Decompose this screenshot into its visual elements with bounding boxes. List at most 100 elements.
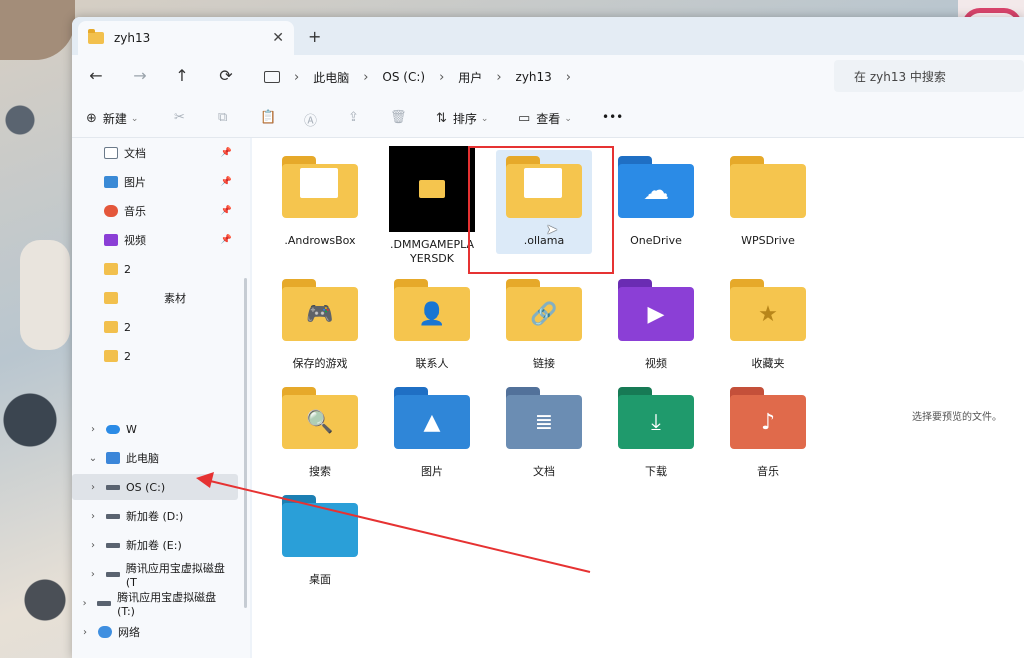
item-label: 文档	[533, 465, 555, 478]
delete-button[interactable]: 🗑	[390, 110, 413, 125]
folder-onedrive[interactable]: ☁ OneDrive	[600, 156, 712, 248]
sidebar-item-music[interactable]: 音乐 📌	[72, 198, 238, 224]
breadcrumb[interactable]: › 此电脑 › OS (C:) › 用户 › zyh13 ›	[252, 61, 832, 93]
desktop-folder-icon	[282, 495, 358, 557]
sidebar-item-label: 图片	[124, 176, 146, 189]
contacts-folder-icon: 👤	[394, 279, 470, 341]
sidebar-item-folder[interactable]: 2	[72, 256, 238, 282]
searches-folder-icon: 🔍	[282, 387, 358, 449]
chevron-right-icon[interactable]: ›	[78, 598, 91, 609]
sidebar-item-drive-e[interactable]: › 新加卷 (E:)	[72, 532, 238, 558]
share-icon: ⇪	[348, 110, 359, 125]
chevron-right-icon[interactable]: ›	[439, 70, 444, 85]
item-label: 下载	[645, 465, 667, 478]
breadcrumb-item[interactable]: zyh13	[516, 70, 552, 84]
folder-saved-games[interactable]: 🎮 保存的游戏	[264, 279, 376, 371]
new-tab-button[interactable]: +	[308, 27, 321, 46]
sidebar-item-label: 网络	[118, 626, 140, 639]
sidebar-scrollbar[interactable]	[244, 278, 247, 608]
sidebar-item-onedrive[interactable]: › W	[72, 416, 238, 442]
folder-icon	[88, 29, 104, 44]
new-label: 新建	[102, 112, 127, 126]
chevron-down-icon[interactable]: ⌄	[86, 453, 100, 464]
folder-links[interactable]: 🔗 链接	[488, 279, 600, 371]
sidebar-item-folder[interactable]: 2	[72, 343, 238, 369]
item-label: 收藏夹	[751, 357, 785, 370]
folder-searches[interactable]: 🔍 搜索	[264, 387, 376, 479]
item-label: 视频	[645, 357, 667, 370]
preview-divider	[904, 138, 905, 658]
copy-button[interactable]: ⧉	[218, 110, 233, 125]
sidebar-item-folder[interactable]: 2	[72, 314, 238, 340]
new-button[interactable]: ⊕ 新建 ⌄	[86, 110, 138, 127]
tab-strip: zyh13 ✕ +	[72, 17, 1024, 55]
sidebar-item-drive-c[interactable]: › OS (C:)	[72, 474, 238, 500]
chevron-right-icon[interactable]: ›	[566, 70, 571, 85]
item-label: 搜索	[309, 465, 331, 478]
chevron-right-icon[interactable]: ›	[496, 70, 501, 85]
folder-music[interactable]: ♪ 音乐	[712, 387, 824, 479]
links-folder-icon: 🔗	[506, 279, 582, 341]
sidebar-item-network[interactable]: › 网络	[72, 619, 230, 645]
sort-button[interactable]: ⇅ 排序 ⌄	[436, 110, 488, 127]
refresh-button[interactable]: ⟳	[216, 66, 236, 85]
folder-desktop[interactable]: 桌面	[264, 495, 376, 587]
chevron-down-icon: ⌄	[480, 113, 489, 124]
sidebar-item-label: 文档	[124, 147, 146, 160]
sidebar-item-drive-t[interactable]: › 腾讯应用宝虚拟磁盘 (T	[72, 561, 238, 589]
drive-icon	[106, 542, 120, 548]
sidebar-item-documents[interactable]: 文档 📌	[72, 140, 238, 166]
chevron-right-icon[interactable]: ›	[294, 70, 299, 85]
sidebar-item-this-pc[interactable]: ⌄ 此电脑	[72, 445, 238, 471]
favorites-folder-icon: ★	[730, 279, 806, 341]
sidebar-item-videos[interactable]: 视频 📌	[72, 227, 238, 253]
view-button[interactable]: ▭ 查看 ⌄	[518, 110, 572, 127]
breadcrumb-item[interactable]: 此电脑	[313, 69, 349, 86]
chevron-right-icon[interactable]: ›	[86, 540, 100, 551]
rename-button[interactable]: Ⓐ	[304, 110, 323, 129]
folder-documents[interactable]: ≣ 文档	[488, 387, 600, 479]
pin-icon: 📌	[220, 206, 232, 216]
close-icon[interactable]: ✕	[272, 30, 284, 46]
sidebar-item-label: 腾讯应用宝虚拟磁盘 (T:)	[117, 590, 217, 618]
breadcrumb-item[interactable]: OS (C:)	[382, 70, 425, 84]
downloads-folder-icon: ⤓	[618, 387, 694, 449]
tab-zyh13[interactable]: zyh13 ✕	[78, 21, 294, 55]
folder-favorites[interactable]: ★ 收藏夹	[712, 279, 824, 371]
sidebar-item-folder[interactable]: 素材	[72, 285, 238, 311]
cut-button[interactable]: ✂	[174, 110, 191, 125]
chevron-right-icon[interactable]: ›	[86, 511, 100, 522]
search-input[interactable]: 在 zyh13 中搜索	[834, 60, 1024, 92]
sidebar-item-drive-t2[interactable]: › 腾讯应用宝虚拟磁盘 (T:)	[72, 590, 230, 618]
chevron-right-icon[interactable]: ›	[86, 424, 100, 435]
folder-pictures[interactable]: ▲ 图片	[376, 387, 488, 479]
back-button[interactable]: ←	[86, 66, 106, 85]
chevron-right-icon[interactable]: ›	[86, 569, 100, 580]
folder-contacts[interactable]: 👤 联系人	[376, 279, 488, 371]
folder-videos[interactable]: ▶ 视频	[600, 279, 712, 371]
clipboard-icon: 📋	[260, 110, 277, 125]
up-button[interactable]: ↑	[172, 66, 192, 85]
sidebar-item-drive-d[interactable]: › 新加卷 (D:)	[72, 503, 238, 529]
folder-icon	[104, 321, 118, 333]
share-button[interactable]: ⇪	[348, 110, 365, 125]
folder-wpsdrive[interactable]: WPSDrive	[712, 156, 824, 248]
sidebar-item-label: 新加卷 (D:)	[126, 510, 184, 523]
breadcrumb-item[interactable]: 用户	[458, 69, 482, 86]
preview-empty-text: 选择要预览的文件。	[912, 412, 1002, 423]
paste-button[interactable]: 📋	[260, 110, 282, 125]
forward-button[interactable]: →	[130, 66, 150, 85]
more-options-button[interactable]: •••	[602, 110, 623, 124]
sidebar-item-pictures[interactable]: 图片 📌	[72, 169, 238, 195]
saved-games-folder-icon: 🎮	[282, 279, 358, 341]
rename-icon: Ⓐ	[304, 114, 318, 129]
sort-icon: ⇅	[436, 111, 447, 126]
chevron-right-icon[interactable]: ›	[86, 482, 100, 493]
file-list: .AndrowsBox .DMMGAMEPLAYERSDK .ollama ☁ …	[252, 138, 1024, 658]
folder-downloads[interactable]: ⤓ 下载	[600, 387, 712, 479]
drive-icon	[106, 513, 120, 519]
folder-androwsbox[interactable]: .AndrowsBox	[264, 156, 376, 248]
item-label: 联系人	[415, 357, 449, 370]
chevron-right-icon[interactable]: ›	[363, 70, 368, 85]
chevron-right-icon[interactable]: ›	[78, 627, 92, 638]
